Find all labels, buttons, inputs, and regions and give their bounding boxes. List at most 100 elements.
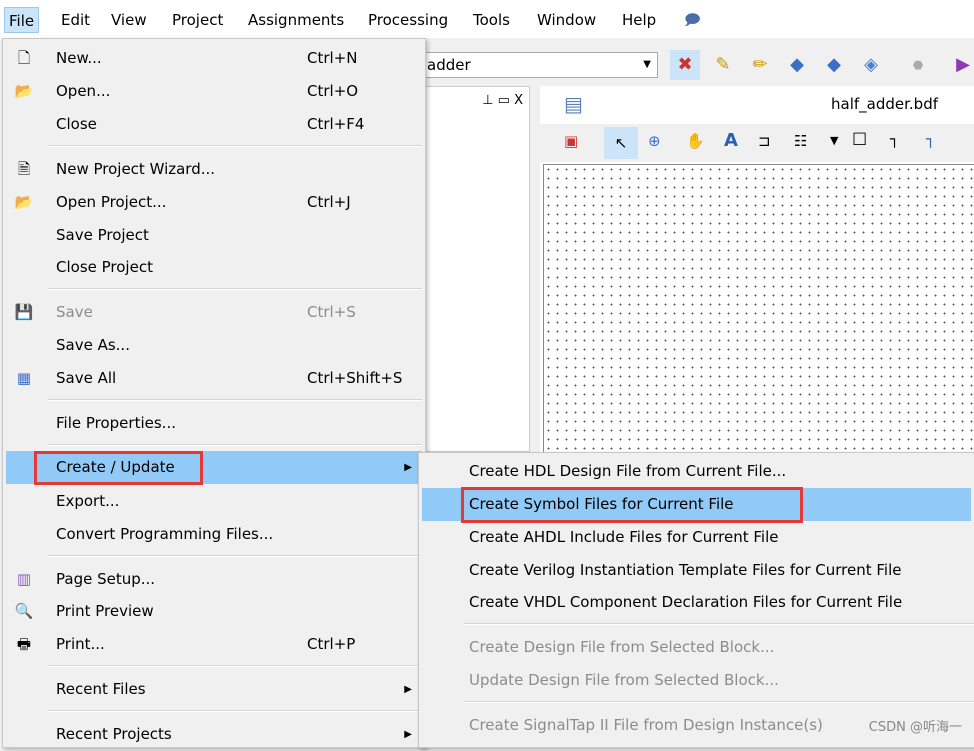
label: Save Project	[56, 226, 149, 244]
menu-help[interactable]: Help	[618, 7, 660, 33]
print-preview-icon: 🔍	[14, 602, 34, 620]
label: Close Project	[56, 258, 153, 276]
label: Save As...	[56, 336, 130, 354]
separator	[464, 623, 974, 625]
separator	[48, 288, 422, 290]
submenu-item-create-verilog-template[interactable]: Create Verilog Instantiation Template Fi…	[422, 554, 974, 587]
watermark: CSDN @听海一	[868, 720, 962, 735]
menu-item-recent-projects[interactable]: Recent Projects ▶	[6, 718, 422, 751]
menu-edit[interactable]: Edit	[57, 7, 94, 33]
shortcut: Ctrl+F4	[307, 115, 365, 133]
play-icon[interactable]: ▶	[948, 50, 974, 80]
fitter-icon[interactable]: ◈	[856, 50, 886, 80]
submenu-item-create-vhdl-component[interactable]: Create VHDL Component Declaration Files …	[422, 586, 974, 619]
label: Create HDL Design File from Current File…	[469, 462, 787, 480]
label: Create AHDL Include Files for Current Fi…	[469, 528, 779, 546]
submenu-arrow-icon: ▶	[404, 462, 412, 473]
menu-item-close-project[interactable]: Close Project	[6, 251, 422, 284]
label: New...	[56, 49, 102, 67]
submenu-arrow-icon: ▶	[404, 729, 412, 740]
schematic-canvas[interactable]	[543, 164, 974, 452]
detach-icon[interactable]: ▣	[564, 132, 578, 150]
annotation-highlight-create-symbol	[461, 487, 803, 523]
compile-design-icon[interactable]: ◆	[819, 50, 849, 80]
hand-tool-icon[interactable]: ✋	[686, 132, 705, 150]
page-setup-icon: ▥	[16, 570, 32, 588]
pin-tool-icon[interactable]: ☷	[794, 132, 807, 150]
separator	[48, 399, 422, 401]
label: Create VHDL Component Declaration Files …	[469, 593, 903, 611]
menu-item-recent-files[interactable]: Recent Files ▶	[6, 673, 422, 706]
label: Convert Programming Files...	[56, 525, 274, 543]
symbol-tool-icon[interactable]: ⊐	[758, 132, 771, 150]
annotation-highlight-create-update	[34, 451, 203, 485]
label: File Properties...	[56, 414, 176, 432]
menu-item-export[interactable]: Export...	[6, 485, 422, 518]
document-tab-title[interactable]: half_adder.bdf	[831, 95, 938, 113]
menu-item-save-all[interactable]: ▦ Save All Ctrl+Shift+S	[6, 362, 422, 395]
menu-item-new-project-wizard[interactable]: 🗎 New Project Wizard...	[6, 153, 422, 186]
stop-icon[interactable]: ⬣	[903, 50, 933, 80]
new-file-icon: 🗋	[17, 49, 31, 67]
orthogonal-bus-icon[interactable]: ┐	[926, 130, 935, 148]
combo-value: adder	[427, 56, 471, 74]
submenu-item-create-hdl[interactable]: Create HDL Design File from Current File…	[422, 455, 974, 488]
menu-processing[interactable]: Processing	[364, 7, 452, 33]
menu-item-print-preview[interactable]: 🔍 Print Preview	[6, 595, 422, 628]
wizard-icon: 🗎	[17, 160, 31, 178]
menu-project[interactable]: Project	[168, 7, 227, 33]
menu-assignments[interactable]: Assignments	[244, 7, 348, 33]
zoom-tool-icon[interactable]: ⊕	[648, 132, 661, 150]
shortcut: Ctrl+Shift+S	[307, 369, 403, 387]
menu-item-print[interactable]: 🖶 Print... Ctrl+P	[6, 628, 422, 661]
menu-item-file-properties[interactable]: File Properties...	[6, 407, 422, 440]
separator	[48, 555, 422, 557]
file-menu: 🗋 New... Ctrl+N 📂 Open... Ctrl+O Close Ctrl+F…	[2, 38, 426, 748]
menu-item-save: 💾 Save Ctrl+S	[6, 296, 422, 329]
shortcut: Ctrl+S	[307, 303, 356, 321]
chevron-down-icon[interactable]: ▼	[830, 134, 838, 147]
open-project-icon: 📂	[14, 193, 34, 211]
rectangle-tool-icon[interactable]: ☐	[852, 130, 867, 150]
label: Save	[56, 303, 93, 321]
compile-icon[interactable]: ◆	[782, 50, 812, 80]
label: Page Setup...	[56, 570, 156, 588]
menu-item-save-project[interactable]: Save Project	[6, 219, 422, 252]
separator	[48, 710, 422, 712]
panel-controls[interactable]: ⊥ ▭ X	[482, 93, 523, 108]
stop-analysis-icon[interactable]: ✖	[670, 50, 700, 80]
submenu-item-create-ahdl-include[interactable]: Create AHDL Include Files for Current Fi…	[422, 521, 974, 554]
menu-item-close[interactable]: Close Ctrl+F4	[6, 108, 422, 141]
separator	[48, 444, 422, 446]
menu-item-open[interactable]: 📂 Open... Ctrl+O	[6, 75, 422, 108]
shortcut: Ctrl+J	[307, 193, 351, 211]
text-tool-icon[interactable]: A	[724, 130, 738, 151]
menu-item-new[interactable]: 🗋 New... Ctrl+N	[6, 42, 422, 75]
menu-file[interactable]: File	[4, 7, 40, 33]
menu-window[interactable]: Window	[533, 7, 600, 33]
project-combo[interactable]: adder ▼	[420, 52, 658, 78]
shortcut: Ctrl+O	[307, 82, 359, 100]
menu-tools[interactable]: Tools	[469, 7, 514, 33]
label: Print Preview	[56, 602, 154, 620]
label: Open Project...	[56, 193, 167, 211]
submenu-arrow-icon: ▶	[404, 684, 412, 695]
label: Print...	[56, 635, 105, 653]
menu-item-convert-programming-files[interactable]: Convert Programming Files...	[6, 518, 422, 551]
selection-tool-icon[interactable]: ↖	[604, 127, 638, 159]
bdf-toolbar: ▣ ↖ ⊕ ✋ A ⊐ ☷ ▼ ☐ ┐ ┐	[540, 124, 974, 162]
menu-item-save-as[interactable]: Save As...	[6, 329, 422, 362]
shortcut: Ctrl+P	[307, 635, 356, 653]
menu-item-open-project[interactable]: 📂 Open Project... Ctrl+J	[6, 186, 422, 219]
analysis-icon[interactable]: ✎	[708, 50, 738, 80]
feedback-icon[interactable]: 🗩	[680, 7, 705, 33]
orthogonal-node-icon[interactable]: ┐	[890, 130, 899, 148]
menu-view[interactable]: View	[107, 7, 151, 33]
submenu-item-update-design-file: Update Design File from Selected Block..…	[422, 664, 974, 697]
pencil-icon[interactable]: ✏	[745, 50, 775, 80]
label: Recent Files	[56, 680, 146, 698]
bdf-file-icon: ▤	[564, 92, 583, 116]
separator	[48, 145, 422, 147]
menu-item-page-setup[interactable]: ▥ Page Setup...	[6, 563, 422, 596]
open-folder-icon: 📂	[14, 82, 34, 100]
